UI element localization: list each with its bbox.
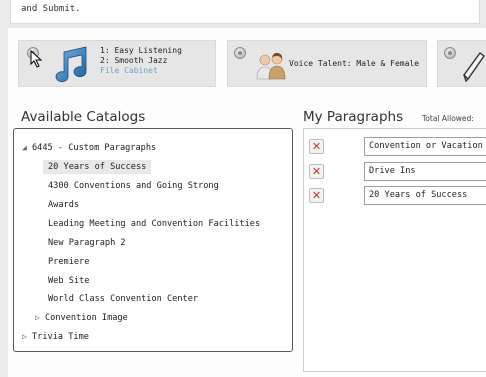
tree-item-premiere[interactable]: Premiere	[48, 253, 89, 271]
tree-item-world-class[interactable]: World Class Convention Center	[48, 290, 198, 308]
tree-item-4300-conventions[interactable]: 4300 Conventions and Going Strong	[48, 177, 219, 195]
total-allowed-label: Total Allowed:	[422, 114, 474, 123]
paragraph-field[interactable]: Drive Ins	[364, 162, 486, 181]
tree-node-label: 6445 - Custom Paragraphs	[32, 143, 157, 153]
paragraph-row: ✕ 20 Years of Success	[307, 186, 486, 205]
voice-talent-label: Voice Talent: Male & Female	[289, 59, 420, 68]
tree-item-label: 4300 Conventions and Going Strong	[48, 181, 219, 191]
remove-paragraph-button[interactable]: ✕	[309, 139, 324, 154]
my-paragraphs-title: My Paragraphs	[303, 109, 404, 125]
people-icon	[256, 52, 286, 80]
tree-node-label: Convention Image	[45, 313, 128, 323]
tree-node-trivia-time[interactable]: ▷ Trivia Time	[22, 328, 89, 346]
music-choice-1: 1: Easy Listening	[100, 46, 182, 55]
instruction-banner: and Submit.	[10, 0, 480, 24]
remove-paragraph-button[interactable]: ✕	[309, 188, 324, 203]
tree-item-label: Web Site	[48, 276, 90, 286]
script-option-tile[interactable]	[437, 40, 486, 87]
tree-item-label: Premiere	[48, 257, 90, 267]
available-catalogs-title: Available Catalogs	[21, 109, 146, 125]
paragraph-field[interactable]: 20 Years of Success	[364, 186, 486, 205]
music-note-icon	[55, 46, 87, 83]
tree-item-web-site[interactable]: Web Site	[48, 272, 89, 290]
instruction-text: and Submit.	[21, 4, 81, 14]
paragraph-row: ✕ Convention or Vacation Destination	[307, 137, 486, 156]
file-cabinet-link[interactable]: File Cabinet	[100, 66, 182, 76]
tree-item-label: World Class Convention Center	[48, 294, 199, 304]
remove-paragraph-button[interactable]: ✕	[309, 164, 324, 179]
music-choice-2: 2: Smooth Jazz	[100, 56, 168, 65]
expand-arrow-icon[interactable]: ◢	[22, 139, 32, 157]
tree-item-label: New Paragraph 2	[48, 238, 126, 248]
catalog-tree[interactable]: ◢ 6445 - Custom Paragraphs 20 Years of Su…	[13, 128, 293, 352]
pen-icon	[463, 52, 485, 83]
tree-node-custom-paragraphs[interactable]: ◢ 6445 - Custom Paragraphs	[22, 139, 156, 157]
paragraph-row: ✕ Drive Ins	[307, 162, 486, 181]
script-radio[interactable]	[444, 47, 456, 59]
tree-item-label: Leading Meeting and Convention Facilitie…	[48, 219, 261, 229]
my-paragraphs-list: ✕ Convention or Vacation Destination ✕ D…	[303, 128, 486, 372]
music-option-tile[interactable]: 1: Easy Listening 2: Smooth Jazz File Ca…	[18, 40, 216, 87]
tree-item-leading-meeting[interactable]: Leading Meeting and Convention Facilitie…	[48, 215, 260, 233]
music-choices: 1: Easy Listening 2: Smooth Jazz File Ca…	[100, 46, 182, 76]
collapsed-arrow-icon[interactable]: ▷	[22, 328, 32, 346]
mouse-cursor-icon	[30, 50, 43, 68]
tree-item-20-years[interactable]: 20 Years of Success	[43, 158, 152, 176]
tree-node-label: Trivia Time	[32, 332, 89, 342]
tree-item-label: Awards	[48, 200, 80, 210]
voice-talent-tile[interactable]: Voice Talent: Male & Female	[227, 40, 427, 87]
voice-talent-radio[interactable]	[234, 47, 246, 59]
tree-node-convention-image[interactable]: ▷ Convention Image	[35, 309, 128, 327]
collapsed-arrow-icon[interactable]: ▷	[35, 309, 45, 327]
tree-item-new-paragraph-2[interactable]: New Paragraph 2	[48, 234, 126, 252]
tree-item-awards[interactable]: Awards	[48, 196, 79, 214]
paragraph-field[interactable]: Convention or Vacation Destination	[364, 137, 486, 156]
tree-item-label: 20 Years of Success	[43, 160, 152, 174]
